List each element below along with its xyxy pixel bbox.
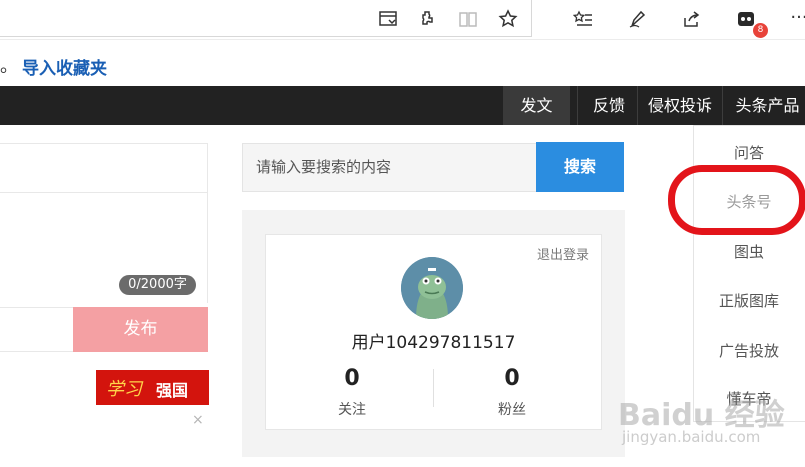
publish-button[interactable]: 发布 [73,307,208,352]
nav-products[interactable]: 头条产品 [730,86,805,125]
logout-link[interactable]: 退出登录 [537,244,589,263]
import-favorites-link[interactable]: 导入收藏夹 [22,54,107,79]
favorite-star-icon[interactable] [495,6,521,32]
nav-publish[interactable]: 发文 [503,86,570,125]
followers-label[interactable]: 粉丝 [482,399,542,419]
more-icon[interactable]: ··· [786,4,805,30]
favorites-list-icon[interactable] [570,6,596,32]
dropdown-item-tuchong[interactable]: 图虫 [693,241,805,262]
following-count[interactable]: 0 [322,366,382,391]
char-count-badge: 0/2000字 [119,275,196,295]
search-input[interactable]: 请输入要搜索的内容 [242,143,536,192]
favorites-separator: 。 [0,56,18,77]
title-input[interactable] [0,143,208,193]
share-icon[interactable] [678,6,704,32]
nav-feedback[interactable]: 反馈 [586,86,632,125]
search-button[interactable]: 搜索 [536,142,624,192]
nav-divider [637,86,638,125]
address-bar[interactable] [0,0,532,37]
dropdown-item-gallery[interactable]: 正版图库 [693,290,805,311]
book-icon[interactable] [455,6,481,32]
username: 用户104297811517 [351,333,516,353]
extension-badge: 8 [753,23,768,38]
xuexi-text: 强国 [156,381,189,400]
extensions-icon[interactable] [415,6,441,32]
followers-count[interactable]: 0 [482,366,542,391]
pen-icon[interactable] [624,6,650,32]
dropdown-item-wenda[interactable]: 问答 [693,142,805,163]
xuexi-script: 学习 [106,379,142,400]
avatar[interactable] [401,257,463,319]
stat-divider [433,369,434,407]
following-label[interactable]: 关注 [322,399,382,419]
dropdown-item-ads[interactable]: 广告投放 [693,340,805,361]
nav-infringement[interactable]: 侵权投诉 [643,86,717,125]
reading-view-icon[interactable] [375,6,401,32]
highlight-annotation [668,165,805,235]
watermark-url: jingyan.baidu.com [622,428,761,446]
close-icon[interactable]: × [192,412,204,428]
xuexi-banner[interactable]: 学习 强国 [96,370,209,405]
favorites-bar [0,40,805,86]
nav-divider [722,86,723,125]
nav-divider [577,86,578,125]
avatar-image [401,257,463,319]
